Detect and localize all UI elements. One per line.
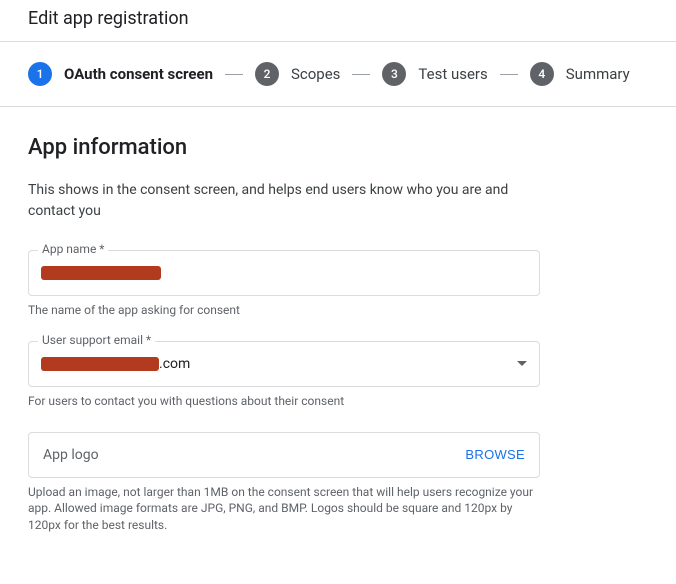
step-badge: 4 — [530, 62, 554, 86]
section-title: App information — [28, 135, 648, 160]
support-email-help: For users to contact you with questions … — [28, 393, 540, 410]
chevron-down-icon — [517, 361, 527, 366]
section-desc: This shows in the consent screen, and he… — [28, 180, 548, 222]
support-email-value: .com — [41, 356, 190, 372]
app-name-input-wrap[interactable] — [28, 250, 540, 296]
step-label: Test users — [418, 65, 487, 83]
app-name-label: App name * — [38, 242, 108, 256]
browse-button[interactable]: BROWSE — [465, 447, 525, 462]
support-email-label: User support email * — [38, 333, 155, 347]
support-email-select[interactable]: .com — [28, 341, 540, 387]
step-badge: 1 — [28, 62, 52, 86]
step-label: OAuth consent screen — [64, 65, 213, 83]
redacted-value — [41, 266, 161, 280]
page-title: Edit app registration — [28, 8, 648, 29]
email-suffix: .com — [159, 356, 190, 372]
step-summary[interactable]: 4 Summary — [530, 62, 630, 86]
content: App information This shows in the consen… — [0, 107, 676, 584]
step-connector — [225, 74, 243, 75]
step-oauth-consent[interactable]: 1 OAuth consent screen — [28, 62, 213, 86]
field-app-name: App name * The name of the app asking fo… — [28, 250, 540, 319]
stepper: 1 OAuth consent screen 2 Scopes 3 Test u… — [0, 42, 676, 107]
step-label: Scopes — [291, 65, 340, 83]
app-logo-placeholder: App logo — [43, 447, 99, 463]
app-name-help: The name of the app asking for consent — [28, 302, 540, 319]
app-logo-input[interactable]: App logo BROWSE — [28, 432, 540, 478]
field-support-email: User support email * .com For users to c… — [28, 341, 540, 410]
field-app-logo: App logo BROWSE Upload an image, not lar… — [28, 432, 540, 534]
page-header: Edit app registration — [0, 0, 676, 42]
app-logo-help: Upload an image, not larger than 1MB on … — [28, 484, 540, 534]
redacted-value — [41, 357, 159, 371]
step-test-users[interactable]: 3 Test users — [382, 62, 487, 86]
step-label: Summary — [566, 65, 630, 83]
step-scopes[interactable]: 2 Scopes — [255, 62, 340, 86]
step-connector — [500, 74, 518, 75]
step-badge: 2 — [255, 62, 279, 86]
step-badge: 3 — [382, 62, 406, 86]
step-connector — [352, 74, 370, 75]
